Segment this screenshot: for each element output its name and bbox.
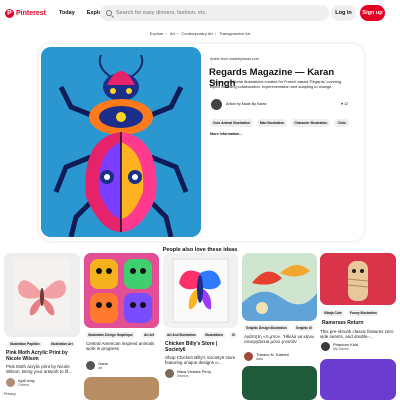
related-tag[interactable]: Gibaja Cute <box>322 310 344 316</box>
search-input[interactable] <box>116 10 296 16</box>
breadcrumb-item[interactable]: Art <box>170 31 175 36</box>
breadcrumb-item[interactable]: Contemporary Art <box>181 31 212 36</box>
article-source[interactable]: Article from madebykaran.com <box>210 57 259 61</box>
related-tag[interactable]: Illustration Art <box>49 341 75 347</box>
related-pin-image-birds[interactable] <box>242 253 317 321</box>
related-tag[interactable]: Illustrations <box>203 332 226 338</box>
privacy-link[interactable]: Privacy <box>4 392 16 396</box>
related-pin-image[interactable] <box>320 359 396 400</box>
related-pin-image-mummy[interactable] <box>320 253 396 305</box>
user-avatar[interactable] <box>244 352 253 361</box>
author-avatar[interactable] <box>211 99 222 110</box>
related-tag[interactable]: Funny Illustration <box>348 310 379 316</box>
related-pin-image[interactable] <box>242 366 317 400</box>
related-tag[interactable]: Illustration Design Graphique <box>86 332 135 338</box>
related-tag[interactable]: Art And Illustration <box>165 332 198 338</box>
author-name[interactable]: Article by Made By Karan <box>226 102 267 106</box>
user-board: Others <box>18 383 29 387</box>
tag-chip[interactable]: Chris <box>334 119 349 127</box>
related-tag[interactable]: Graphic Ill <box>294 325 314 331</box>
breadcrumb-item[interactable]: Explore <box>150 31 164 36</box>
likes-number: 12 <box>344 102 349 106</box>
related-tag[interactable]: Ill <box>230 332 237 338</box>
pin-description: A series of editorial illustrations crea… <box>210 79 342 89</box>
related-pin-title[interactable]: Ramerses Return <box>322 320 394 326</box>
user-board: data <box>256 357 263 361</box>
related-tag[interactable]: Art Art <box>142 332 156 338</box>
related-tag[interactable]: Illustration Papillon <box>8 341 42 347</box>
signup-button[interactable]: Sign up <box>360 5 385 21</box>
login-button[interactable]: Log in <box>331 5 356 21</box>
user-board: My Saves <box>333 347 349 351</box>
user-avatar[interactable] <box>86 361 95 370</box>
breadcrumb-item[interactable]: Transgressive Art <box>219 31 250 36</box>
breadcrumb: Explore › Art › Contemporary Art › Transgre… <box>149 31 251 36</box>
user-avatar[interactable] <box>6 378 15 387</box>
related-pin-image-moth[interactable] <box>4 253 80 337</box>
related-pin-title[interactable]: Pink Moth Acrylic Print by Nicole Wilson <box>6 350 78 362</box>
related-pin-title[interactable]: Chicken Billy's Store | Society6 <box>165 341 239 353</box>
user-avatar[interactable] <box>321 342 330 351</box>
related-pin-description: Central American inspired animals work i… <box>86 341 155 352</box>
related-pin-image-masks[interactable] <box>84 253 159 328</box>
related-pin-image-insect[interactable] <box>163 253 238 328</box>
user-board: art <box>98 366 103 370</box>
related-pin-description: This pre-shrunk classic features zero si… <box>320 329 394 340</box>
related-pin-description: Pink Moth acrylic print by Nicole Wilson… <box>6 364 72 375</box>
pinterest-logo-icon: P <box>5 8 14 18</box>
user-board: Insects <box>177 374 189 378</box>
tag-chip[interactable]: Character Illustration <box>291 119 331 127</box>
search-bar[interactable] <box>100 5 329 21</box>
pin-image-beetle[interactable] <box>41 47 201 237</box>
related-pin-description: Αγάπητη «Λ.μπο». 'Ηθελα να κάνω συνεργάσ… <box>244 334 315 345</box>
user-avatar[interactable] <box>165 369 174 378</box>
likes-count: ♥ 12 <box>341 102 349 106</box>
pinterest-logo[interactable]: P Pinterest <box>5 8 46 18</box>
related-tag[interactable]: Graphic Design Illustration <box>244 325 289 331</box>
related-pin-description: Shop Chicken Billy's Society6 store feat… <box>165 355 236 366</box>
brand-name: Pinterest <box>16 9 46 17</box>
search-icon <box>106 10 112 16</box>
tag-chip[interactable]: Man Illustration <box>256 119 288 127</box>
nav-today[interactable]: Today <box>59 10 75 16</box>
tag-chip[interactable]: Cute Animal Illustration <box>210 119 253 127</box>
related-pin-image[interactable] <box>84 377 159 400</box>
tag-list: Cute Animal Illustration Man Illustratio… <box>210 119 349 127</box>
more-info-link[interactable]: More information... <box>210 132 242 136</box>
